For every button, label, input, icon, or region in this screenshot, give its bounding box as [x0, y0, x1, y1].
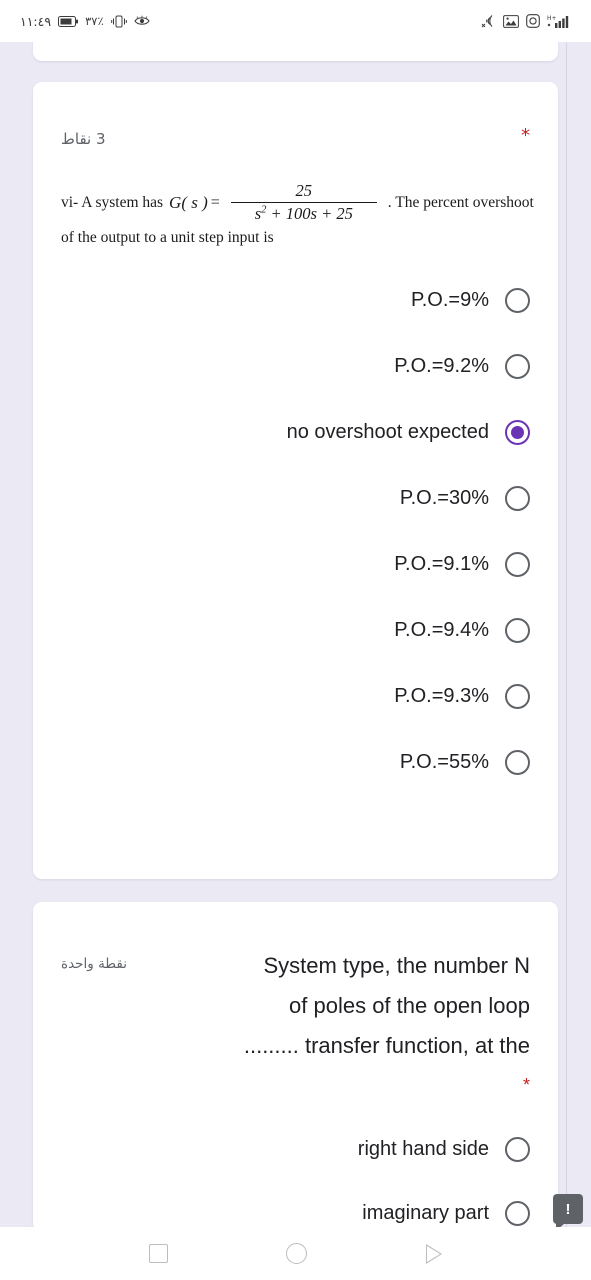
fraction-denominator: s2 + 100s + 25 [249, 203, 359, 224]
question-1-prompt: vi- A system has G( s ) = 25 s2 + 100s +… [33, 148, 558, 247]
nfc-off-icon [481, 14, 496, 28]
radio-button[interactable] [505, 288, 530, 314]
question-2-header: System type, the number N of poles of th… [33, 902, 558, 1066]
option-label: P.O.=9.3% [394, 685, 489, 708]
option-label: P.O.=9.4% [394, 619, 489, 642]
signal-bars-icon: H+ [547, 14, 571, 28]
equals-sign: = [210, 193, 220, 211]
question-card-1: * 3 نقاط vi- A system has G( s ) = 25 s2… [33, 82, 558, 879]
transfer-function-name: G( s ) [169, 192, 208, 212]
status-bar: ١١:٤٩ ٣٧٪ H+ [0, 0, 591, 42]
radio-button[interactable] [505, 486, 530, 512]
question-1-required-marker: * [521, 125, 530, 146]
option-row[interactable]: P.O.=55% [61, 739, 530, 786]
option-row[interactable]: right hand side [61, 1126, 530, 1173]
status-clock: ١١:٤٩ [20, 13, 52, 29]
screenshot-icon [503, 14, 519, 28]
status-bar-right: H+ [481, 14, 571, 28]
option-row[interactable]: no overshoot expected [61, 409, 530, 456]
vertical-scrollbar[interactable] [566, 42, 567, 1227]
radio-button-selected[interactable] [505, 420, 530, 446]
question-1-options: P.O.=9% P.O.=9.2% no overshoot expected … [33, 247, 558, 786]
svg-text:H+: H+ [547, 15, 557, 22]
radio-button[interactable] [505, 684, 530, 710]
alert-badge-label: ! [565, 1200, 571, 1218]
option-row[interactable]: P.O.=9.4% [61, 607, 530, 654]
option-label: imaginary part [362, 1202, 489, 1224]
camera-icon [526, 14, 540, 28]
form-scroll-area[interactable]: * 3 نقاط vi- A system has G( s ) = 25 s2… [0, 42, 591, 1227]
option-label: P.O.=9% [410, 289, 489, 312]
recents-square-icon[interactable] [149, 1244, 169, 1263]
question-2-title-line2: of poles of the open loop [289, 993, 530, 1018]
question-2-title: System type, the number N of poles of th… [141, 946, 530, 1066]
back-triangle-icon[interactable] [425, 1243, 442, 1264]
question-1-points-label: 3 نقاط [61, 130, 106, 148]
option-label: P.O.=30% [399, 487, 489, 510]
radio-button[interactable] [505, 552, 530, 578]
battery-icon [58, 15, 79, 27]
previous-question-card-peek [33, 42, 558, 61]
fraction: 25 s2 + 100s + 25 [230, 181, 377, 224]
radio-button[interactable] [505, 354, 530, 380]
question-2-points-label: نقطة واحدة [61, 956, 127, 972]
option-label: no overshoot expected [286, 421, 489, 444]
alert-badge[interactable]: ! [553, 1194, 583, 1227]
radio-button[interactable] [505, 750, 530, 776]
denominator-exponent: 2 [261, 204, 267, 216]
status-bar-left: ١١:٤٩ ٣٧٪ [20, 14, 150, 29]
option-row[interactable]: P.O.=9.3% [61, 673, 530, 720]
option-row[interactable]: imaginary part [61, 1190, 530, 1227]
battery-percent-label: ٣٧٪ [85, 14, 104, 28]
option-label: right hand side [357, 1138, 489, 1160]
option-label: P.O.=55% [399, 751, 489, 774]
question-1-prompt-lead: vi- A system has [61, 193, 164, 211]
option-row[interactable]: P.O.=30% [61, 475, 530, 522]
question-1-prompt-line2: of the output to a unit step input is [61, 229, 274, 247]
denominator-rest: + 100s + 25 [270, 204, 353, 224]
question-1-header: * 3 نقاط [33, 82, 558, 149]
question-2-required-marker: * [522, 1075, 530, 1095]
radio-button[interactable] [505, 618, 530, 644]
question-2-options: right hand side imaginary part [33, 1096, 558, 1227]
home-circle-icon[interactable] [286, 1243, 308, 1264]
question-2-title-line1: System type, the number N [263, 953, 530, 978]
option-row[interactable]: P.O.=9.2% [61, 343, 530, 390]
fraction-numerator: 25 [295, 181, 313, 200]
question-1-formula-line: vi- A system has G( s ) = 25 s2 + 100s +… [61, 181, 536, 224]
option-row[interactable]: P.O.=9.1% [61, 541, 530, 588]
option-row[interactable]: P.O.=9% [61, 277, 530, 324]
question-1-prompt-tail: . The percent overshoot [387, 193, 534, 211]
eye-icon [133, 15, 150, 27]
radio-button[interactable] [505, 1201, 530, 1226]
question-card-2: System type, the number N of poles of th… [33, 902, 558, 1227]
option-label: P.O.=9.1% [394, 553, 489, 576]
android-navigation-bar [0, 1227, 591, 1280]
option-label: P.O.=9.2% [394, 355, 489, 378]
question-2-title-line3: ......... transfer function, at the [243, 1033, 530, 1058]
radio-button[interactable] [505, 1137, 530, 1162]
phone-screen: ١١:٤٩ ٣٧٪ H+ * 3 نقاط vi- A system has G… [0, 0, 591, 1280]
vibrate-icon [110, 15, 127, 28]
